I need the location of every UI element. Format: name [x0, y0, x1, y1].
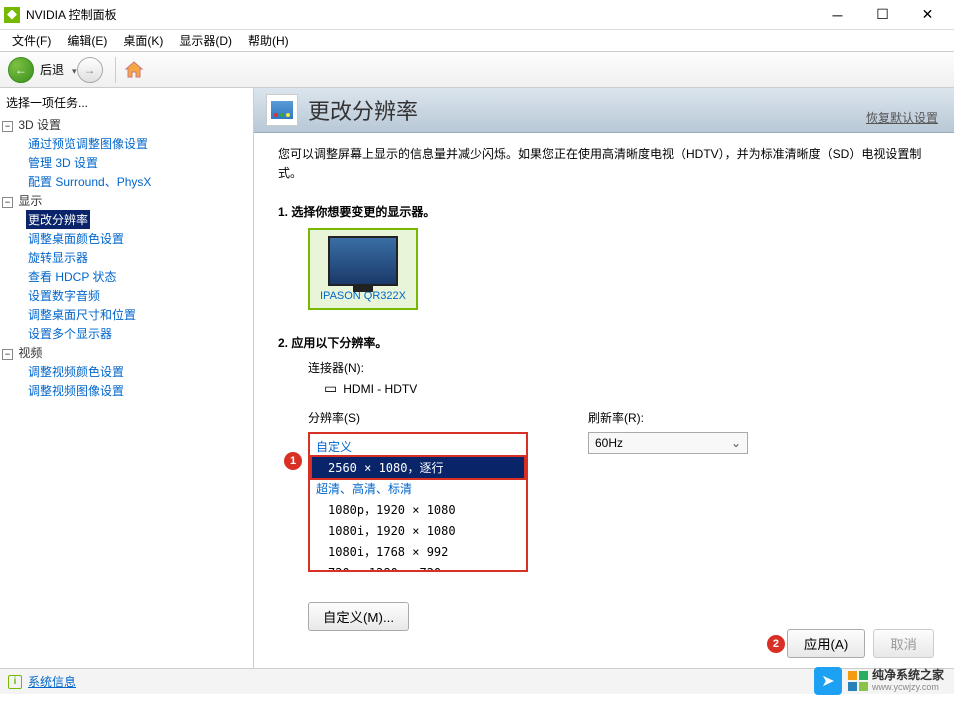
annotation-badge-1: 1 — [284, 452, 302, 470]
tree-link-change-resolution[interactable]: 更改分辨率 — [26, 210, 90, 229]
separator — [115, 57, 116, 83]
res-item[interactable]: 1080p，1920 × 1080 — [312, 499, 524, 520]
custom-button[interactable]: 自定义(M)... — [308, 602, 409, 631]
minimize-button[interactable]: ─ — [815, 1, 860, 29]
collapse-icon[interactable]: − — [2, 197, 13, 208]
res-item[interactable]: 1080i，1920 × 1080 — [312, 520, 524, 541]
annotation-badge-2: 2 — [767, 635, 785, 653]
back-label: 后退 — [40, 61, 64, 78]
resolution-label: 分辨率(S) — [308, 409, 528, 426]
res-item[interactable]: 1080i，1768 × 992 — [312, 541, 524, 562]
res-item-selected[interactable]: 2560 × 1080，逐行 — [312, 457, 524, 478]
tree-link[interactable]: 查看 HDCP 状态 — [26, 267, 118, 286]
menu-help[interactable]: 帮助(H) — [240, 30, 297, 51]
apply-button[interactable]: 应用(A) — [787, 629, 865, 658]
nvidia-icon — [4, 7, 20, 23]
res-category-custom: 自定义 — [312, 436, 524, 457]
window-title: NVIDIA 控制面板 — [26, 6, 815, 23]
forward-button[interactable] — [77, 57, 103, 83]
restore-defaults-link[interactable]: 恢复默认设置 — [866, 109, 938, 126]
connector-value: HDMI - HDTV — [343, 382, 417, 396]
page-icon — [266, 94, 298, 126]
menu-display[interactable]: 显示器(D) — [171, 30, 240, 51]
back-button[interactable] — [8, 57, 34, 83]
refresh-label: 刷新率(R): — [588, 409, 748, 426]
tree-link[interactable]: 配置 Surround、PhysX — [26, 172, 153, 191]
refresh-rate-select[interactable]: 60Hz — [588, 432, 748, 454]
tree-link[interactable]: 调整视频图像设置 — [26, 381, 126, 400]
logo-squares-icon — [848, 671, 868, 691]
watermark-url: www.ycwjzy.com — [872, 683, 944, 693]
sidebar: 选择一项任务... − 3D 设置 通过预览调整图像设置 管理 3D 设置 配置… — [0, 88, 254, 668]
res-item[interactable]: 720p，1280 × 720 — [312, 562, 524, 572]
page-header: 更改分辨率 恢复默认设置 — [254, 88, 954, 133]
tree-group-video[interactable]: − 视频 — [2, 343, 251, 362]
menu-file[interactable]: 文件(F) — [4, 30, 59, 51]
main-panel: 更改分辨率 恢复默认设置 您可以调整屏幕上显示的信息量并减少闪烁。如果您正在使用… — [254, 88, 954, 668]
info-icon: i — [8, 675, 22, 689]
tree-link[interactable]: 通过预览调整图像设置 — [26, 134, 150, 153]
tree-link[interactable]: 调整桌面颜色设置 — [26, 229, 126, 248]
maximize-button[interactable]: ☐ — [860, 1, 905, 29]
system-info-link[interactable]: 系统信息 — [28, 673, 76, 690]
cancel-button[interactable]: 取消 — [873, 629, 934, 658]
res-category-hd: 超清、高清、标清 — [312, 478, 524, 499]
statusbar: i 系统信息 — [0, 668, 954, 694]
step1-title: 1. 选择你想要变更的显示器。 — [278, 203, 930, 220]
watermark: ➤ 纯净系统之家 www.ycwjzy.com — [814, 667, 944, 695]
tree-group-display[interactable]: − 显示 — [2, 191, 251, 210]
page-title: 更改分辨率 — [308, 94, 418, 126]
tree-link[interactable]: 调整视频颜色设置 — [26, 362, 126, 381]
watermark-name: 纯净系统之家 — [872, 669, 944, 682]
titlebar: NVIDIA 控制面板 ─ ☐ ✕ — [0, 0, 954, 30]
monitor-icon — [328, 236, 398, 286]
collapse-icon[interactable]: − — [2, 121, 13, 132]
tree-link[interactable]: 调整桌面尺寸和位置 — [26, 305, 138, 324]
home-button[interactable] — [124, 60, 144, 80]
close-button[interactable]: ✕ — [905, 1, 950, 29]
tree-group-3d[interactable]: − 3D 设置 — [2, 115, 251, 134]
menubar: 文件(F) 编辑(E) 桌面(K) 显示器(D) 帮助(H) — [0, 30, 954, 52]
collapse-icon[interactable]: − — [2, 349, 13, 360]
monitor-selector[interactable]: IPASON QR322X — [308, 228, 418, 310]
tree-link[interactable]: 管理 3D 设置 — [26, 153, 100, 172]
task-prompt: 选择一项任务... — [2, 92, 251, 113]
menu-edit[interactable]: 编辑(E) — [59, 30, 115, 51]
refresh-value: 60Hz — [595, 436, 623, 450]
hdmi-icon — [324, 380, 337, 397]
step2-title: 2. 应用以下分辨率。 — [278, 334, 930, 351]
back-dropdown[interactable] — [70, 63, 77, 77]
twitter-icon: ➤ — [814, 667, 842, 695]
connector-label: 连接器(N): — [308, 359, 930, 376]
tree-link[interactable]: 设置多个显示器 — [26, 324, 114, 343]
menu-desktop[interactable]: 桌面(K) — [115, 30, 171, 51]
toolbar: 后退 — [0, 52, 954, 88]
resolution-listbox[interactable]: 自定义 2560 × 1080，逐行 超清、高清、标清 1080p，1920 ×… — [308, 432, 528, 572]
tree-link[interactable]: 旋转显示器 — [26, 248, 90, 267]
tree-link[interactable]: 设置数字音频 — [26, 286, 102, 305]
page-description: 您可以调整屏幕上显示的信息量并减少闪烁。如果您正在使用高清晰度电视（HDTV），… — [278, 145, 930, 183]
